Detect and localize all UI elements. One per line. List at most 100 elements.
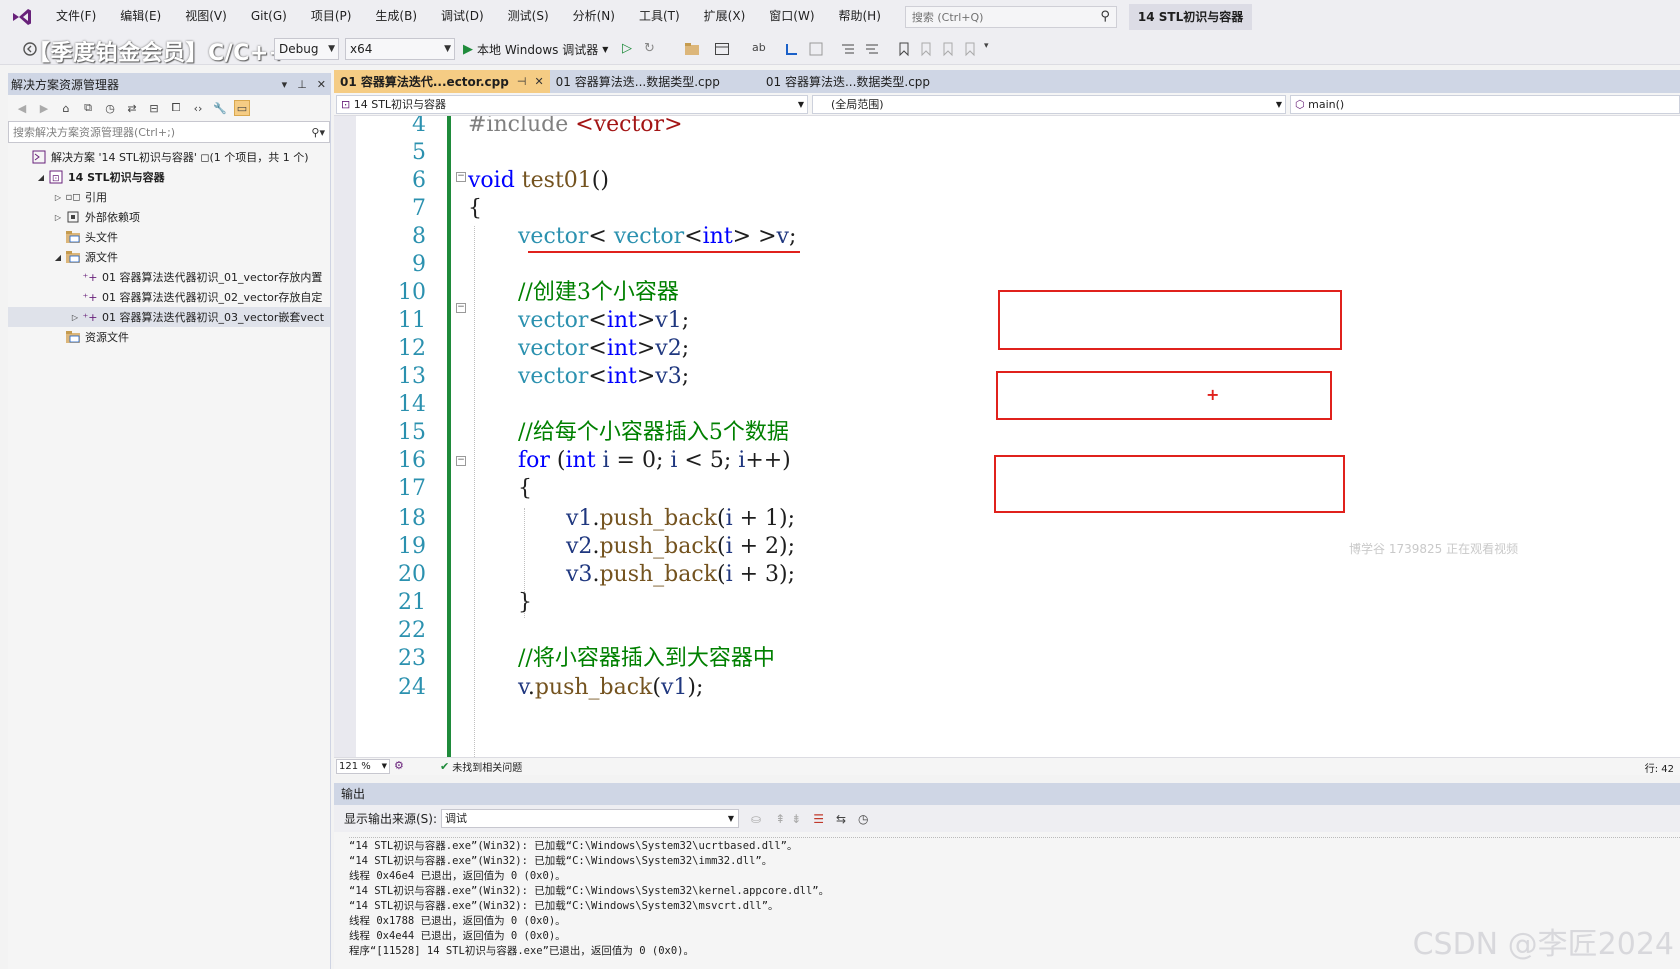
tree-item[interactable]: ▷ ▫◻ 引用 bbox=[8, 187, 330, 207]
tab-label: 01 容器算法迭...数据类型.cpp bbox=[765, 74, 931, 89]
clear-all-icon[interactable]: ☰ bbox=[813, 812, 824, 826]
menu-project[interactable]: 项目(P) bbox=[299, 0, 364, 33]
search-input[interactable]: 搜索 (Ctrl+Q) ⚲ bbox=[904, 5, 1117, 28]
properties-wrench-icon[interactable]: 🔧 bbox=[212, 100, 228, 116]
collapsed-arrow-icon[interactable]: ▷ bbox=[52, 213, 64, 222]
preview-selected-icon[interactable]: ▭ bbox=[234, 100, 250, 116]
tab-vector-nesting[interactable]: 01 容器算法迭代...ector.cpp ⊣ ✕ bbox=[334, 70, 550, 93]
code-line-10: //创建3个小容器 bbox=[518, 280, 679, 305]
standard-toolbar: 【季度铂金会员】C/C++ Debug ▼ x64 ▼ ▶ 本地 Windows… bbox=[0, 33, 1680, 66]
breakpoint-margin[interactable] bbox=[334, 116, 356, 757]
hot-reload-icon[interactable]: ↻ bbox=[644, 41, 660, 57]
tree-item[interactable]: ⁺+ 01 容器算法迭代器初识_01_vector存放内置 bbox=[8, 267, 330, 287]
collapse-icon[interactable]: − bbox=[456, 303, 466, 313]
member-dropdown[interactable]: ⬡ main() bbox=[1290, 95, 1680, 114]
tab-builtin-types[interactable]: 01 容器算法迭...数据类型.cpp bbox=[550, 70, 760, 93]
menu-extensions[interactable]: 扩展(X) bbox=[692, 0, 758, 33]
collapse-icon[interactable]: − bbox=[456, 172, 466, 182]
home-icon[interactable]: ⌂ bbox=[58, 100, 74, 116]
menu-debug[interactable]: 调试(D) bbox=[429, 0, 496, 33]
prev-message-icon[interactable]: ⇞ bbox=[775, 812, 785, 826]
external-deps-icon bbox=[64, 210, 82, 224]
menu-window[interactable]: 窗口(W) bbox=[757, 0, 826, 33]
code-line-6: void test01() bbox=[468, 168, 609, 193]
menu-tools[interactable]: 工具(T) bbox=[627, 0, 692, 33]
collapse-all-icon[interactable]: ⊟ bbox=[146, 100, 162, 116]
tree-item[interactable]: ▷ 外部依赖项 bbox=[8, 207, 330, 227]
menu-build[interactable]: 生成(B) bbox=[363, 0, 429, 33]
toolbar-overflow-icon[interactable]: ▾ bbox=[984, 41, 1000, 57]
start-debugging-button[interactable]: ▶ 本地 Windows 调试器 ▼ bbox=[463, 38, 608, 60]
window-layout-icon[interactable] bbox=[714, 41, 730, 57]
pending-changes-icon[interactable]: ◷ bbox=[102, 100, 118, 116]
forward-icon[interactable]: ▶ bbox=[36, 100, 52, 116]
line-number: 8 bbox=[412, 224, 426, 249]
scope-dropdown[interactable]: (全局范围) ▼ bbox=[812, 95, 1286, 114]
copilot-icon[interactable]: ⚙ bbox=[394, 759, 404, 772]
expanded-arrow-icon[interactable]: ◢ bbox=[52, 253, 64, 262]
word-wrap-icon[interactable]: ⇆ bbox=[836, 812, 846, 826]
folder-icon[interactable] bbox=[684, 41, 700, 57]
code-line-12: vector<int>v2; bbox=[518, 336, 690, 361]
start-debugging-label: 本地 Windows 调试器 bbox=[477, 42, 599, 57]
panel-options-icon[interactable]: ▾ bbox=[282, 78, 288, 91]
pin-icon[interactable]: ⊥ bbox=[297, 78, 307, 91]
collapsed-arrow-icon[interactable]: ▷ bbox=[69, 313, 81, 322]
cpp-file-icon: ⁺+ bbox=[82, 310, 98, 324]
output-text-area[interactable]: “14 STL初识与容器.exe”(Win32): 已加载“C:\Windows… bbox=[334, 832, 1680, 969]
start-without-debugging-icon[interactable]: ▷ bbox=[622, 41, 638, 57]
breakpoints-icon[interactable] bbox=[808, 41, 824, 57]
menu-edit[interactable]: 编辑(E) bbox=[108, 0, 173, 33]
close-icon[interactable]: ✕ bbox=[317, 78, 326, 91]
tree-item[interactable]: 头文件 bbox=[8, 227, 330, 247]
menu-test[interactable]: 测试(S) bbox=[496, 0, 561, 33]
clear-bookmarks-icon[interactable] bbox=[962, 41, 978, 57]
prev-bookmark-icon[interactable] bbox=[918, 41, 934, 57]
tree-item[interactable]: ◢ 源文件 bbox=[8, 247, 330, 267]
menu-view[interactable]: 视图(V) bbox=[173, 0, 239, 33]
method-icon: ⬡ bbox=[1295, 98, 1309, 111]
tree-item[interactable]: ▷ ⁺+ 01 容器算法迭代器初识_03_vector嵌套vect bbox=[8, 307, 330, 327]
tree-item[interactable]: 解决方案 '14 STL初识与容器' ◻(1 个项目，共 1 个) bbox=[8, 147, 330, 167]
issues-indicator[interactable]: ✔ 未找到相关问题 bbox=[440, 759, 522, 774]
platform-value: x64 bbox=[350, 42, 373, 56]
pin-icon[interactable]: ⊣ bbox=[517, 71, 527, 93]
menu-file[interactable]: 文件(F) bbox=[44, 0, 108, 33]
back-icon[interactable]: ◀ bbox=[14, 100, 30, 116]
solution-search-input[interactable]: 搜索解决方案资源管理器(Ctrl+;) ⚲▾ bbox=[8, 121, 330, 143]
tab-custom-types[interactable]: 01 容器算法迭...数据类型.cpp bbox=[760, 70, 970, 93]
view-code-icon[interactable]: ‹› bbox=[190, 100, 206, 116]
line-number: 19 bbox=[398, 534, 426, 559]
comment-lines-icon[interactable] bbox=[840, 41, 856, 57]
collapse-icon[interactable]: − bbox=[456, 456, 466, 466]
code-line-8: vector< vector<int> >v; bbox=[518, 224, 797, 249]
visual-studio-logo-icon[interactable] bbox=[0, 0, 44, 33]
spellcheck-icon[interactable]: ab bbox=[752, 41, 768, 57]
find-in-output-icon[interactable]: ⛀ bbox=[751, 812, 761, 826]
menu-git[interactable]: Git(G) bbox=[239, 0, 299, 33]
collapsed-arrow-icon[interactable]: ▷ bbox=[52, 193, 64, 202]
show-all-files-icon[interactable]: ⧠ bbox=[168, 100, 184, 116]
tree-item[interactable]: 资源文件 bbox=[8, 327, 330, 347]
code-line-19: v2.push_back(i + 2); bbox=[566, 534, 796, 559]
expanded-arrow-icon[interactable]: ◢ bbox=[35, 173, 47, 182]
code-editor[interactable]: 4 5 6 7 8 9 10 11 12 13 14 15 16 17 18 19 20 21 22 23 24 − −… bbox=[334, 116, 1680, 757]
platform-dropdown[interactable]: x64 ▼ bbox=[345, 38, 455, 60]
sync-icon[interactable]: ⇄ bbox=[124, 100, 140, 116]
next-message-icon[interactable]: ⇟ bbox=[791, 812, 801, 826]
switch-views-icon[interactable]: ⧉ bbox=[80, 100, 96, 116]
uncomment-lines-icon[interactable] bbox=[864, 41, 880, 57]
zoom-dropdown[interactable]: 121 % ▼ bbox=[336, 759, 390, 774]
menu-analyze[interactable]: 分析(N) bbox=[561, 0, 627, 33]
menu-help[interactable]: 帮助(H) bbox=[827, 0, 893, 33]
output-source-dropdown[interactable]: 调试 ▼ bbox=[441, 809, 740, 828]
configuration-dropdown[interactable]: Debug ▼ bbox=[274, 38, 339, 60]
bookmark-icon[interactable] bbox=[896, 41, 912, 57]
close-icon[interactable]: ✕ bbox=[534, 71, 543, 93]
tree-item[interactable]: ◢ ⊡ 14 STL初识与容器 bbox=[8, 167, 330, 187]
project-dropdown[interactable]: ⊡ 14 STL初识与容器 ▼ bbox=[336, 95, 808, 114]
tree-item[interactable]: ⁺+ 01 容器算法迭代器初识_02_vector存放自定 bbox=[8, 287, 330, 307]
next-bookmark-icon[interactable] bbox=[940, 41, 956, 57]
step-into-icon[interactable] bbox=[784, 41, 800, 57]
clock-icon[interactable]: ◷ bbox=[858, 812, 868, 826]
